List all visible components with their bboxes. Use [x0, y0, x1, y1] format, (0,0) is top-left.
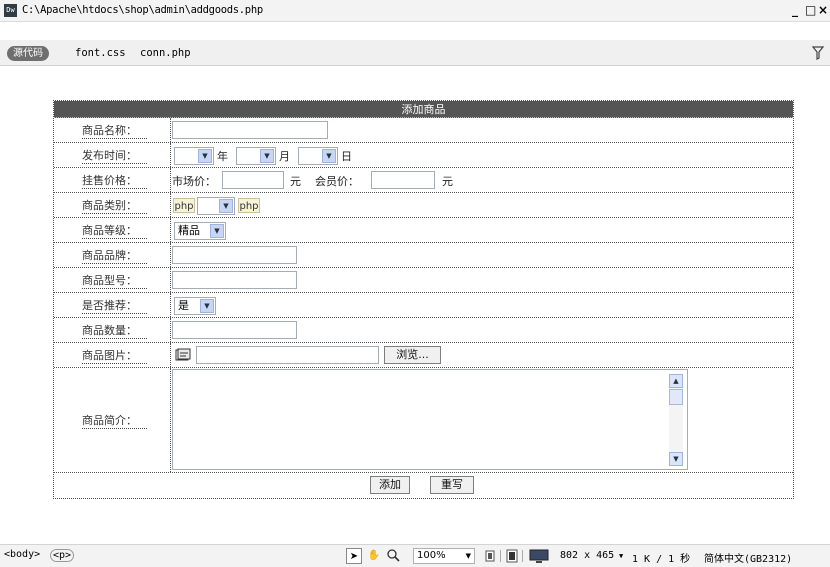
source-code-button[interactable]: 源代码 — [7, 46, 49, 61]
grade-select-value: 精品 — [178, 224, 200, 237]
window-size-icon[interactable] — [482, 548, 498, 564]
row-quantity: 商品数量： — [54, 318, 793, 343]
row-grade: 商品等级： 精品 ▼ — [54, 218, 793, 243]
scroll-up-icon[interactable]: ▲ — [669, 374, 683, 388]
price-label: 挂售价格： — [82, 172, 147, 189]
member-price-input[interactable] — [371, 171, 435, 189]
goods-name-input[interactable] — [172, 121, 328, 139]
publish-date-label: 发布时间： — [82, 147, 147, 164]
related-files-bar: 源代码 font.css conn.php — [0, 40, 830, 66]
market-price-unit: 元 — [290, 175, 301, 188]
browse-button[interactable]: 浏览... — [384, 346, 441, 364]
day-select[interactable]: ▼ — [298, 147, 338, 165]
monitor-icon[interactable] — [528, 548, 550, 564]
market-price-label: 市场价： — [172, 175, 216, 188]
add-goods-form: 添加商品 商品名称： 发布时间： ▼ 年 ▼ 月 ▼ 日 挂售价格： 市场价： … — [53, 100, 794, 499]
reset-button[interactable]: 重写 — [430, 476, 474, 494]
chevron-down-icon: ▼ — [260, 149, 274, 163]
model-input[interactable] — [172, 271, 297, 289]
year-unit: 年 — [217, 150, 228, 163]
intro-textarea[interactable]: ▲ ▼ — [172, 369, 688, 470]
intro-label: 商品简介： — [82, 412, 147, 429]
recommend-select[interactable]: 是 ▼ — [174, 297, 216, 315]
chevron-down-icon: ▼ — [198, 149, 212, 163]
tag-selector-body[interactable]: <body> — [4, 549, 40, 560]
form-title: 添加商品 — [54, 101, 793, 118]
brand-input[interactable] — [172, 246, 297, 264]
hand-tool-icon[interactable]: ✋ — [366, 548, 382, 564]
row-publish-date: 发布时间： ▼ 年 ▼ 月 ▼ 日 — [54, 143, 793, 168]
scroll-thumb[interactable] — [669, 389, 683, 405]
zoom-select[interactable]: 100% ▼ — [413, 548, 475, 564]
filter-icon[interactable] — [812, 46, 824, 60]
submit-button[interactable]: 添加 — [370, 476, 410, 494]
member-price-unit: 元 — [442, 175, 453, 188]
zoom-value: 100% — [417, 550, 446, 561]
php-code-icon: php — [173, 198, 195, 213]
related-file-conn-php[interactable]: conn.php — [140, 47, 191, 59]
chevron-down-icon: ▼ — [219, 199, 233, 213]
model-label: 商品型号： — [82, 272, 147, 289]
market-price-input[interactable] — [222, 171, 284, 189]
window-size-icon[interactable] — [504, 548, 520, 564]
close-button[interactable]: × — [818, 3, 828, 17]
row-category: 商品类别： php ▼ php — [54, 193, 793, 218]
row-model: 商品型号： — [54, 268, 793, 293]
row-intro: 商品简介： ▲ ▼ — [54, 368, 793, 473]
related-file-font-css[interactable]: font.css — [75, 47, 126, 59]
php-code-icon: php — [238, 198, 260, 213]
dreamweaver-app-icon: Dw — [4, 4, 17, 17]
scroll-down-icon[interactable]: ▼ — [669, 452, 683, 466]
row-price: 挂售价格： 市场价： 元 会员价： 元 — [54, 168, 793, 193]
quantity-input[interactable] — [172, 321, 297, 339]
grade-select[interactable]: 精品 ▼ — [174, 222, 226, 240]
image-file-path-input[interactable] — [196, 346, 379, 364]
window-title: C:\Apache\htdocs\shop\admin\addgoods.php — [22, 4, 263, 16]
grade-label: 商品等级： — [82, 222, 147, 239]
title-bar: Dw C:\Apache\htdocs\shop\admin\addgoods.… — [0, 0, 830, 22]
recommend-label: 是否推荐： — [82, 297, 147, 314]
chevron-down-icon: ▼ — [210, 224, 224, 238]
brand-label: 商品品牌： — [82, 247, 147, 264]
php-script-icon — [175, 348, 191, 361]
window-dimensions[interactable]: 802 x 465 — [560, 550, 614, 561]
maximize-button[interactable]: □ — [805, 3, 816, 17]
day-unit: 日 — [341, 150, 352, 163]
minimize-button[interactable]: _ — [792, 3, 798, 17]
row-recommend: 是否推荐： 是 ▼ — [54, 293, 793, 318]
recommend-select-value: 是 — [178, 299, 189, 312]
row-goods-name: 商品名称： — [54, 118, 793, 143]
download-size-time: 1 K / 1 秒 — [632, 554, 691, 565]
zoom-tool-icon[interactable] — [386, 548, 402, 564]
image-label: 商品图片： — [82, 347, 147, 364]
year-select[interactable]: ▼ — [174, 147, 214, 165]
chevron-down-icon: ▼ — [465, 552, 471, 560]
goods-name-label: 商品名称： — [82, 122, 147, 139]
row-brand: 商品品牌： — [54, 243, 793, 268]
month-select[interactable]: ▼ — [236, 147, 276, 165]
pointer-tool-icon[interactable]: ➤ — [346, 548, 362, 564]
quantity-label: 商品数量： — [82, 322, 147, 339]
encoding-label: 简体中文(GB2312) — [704, 554, 793, 565]
category-label: 商品类别： — [82, 197, 147, 214]
chevron-down-icon[interactable]: ▼ — [619, 552, 623, 560]
member-price-label: 会员价： — [315, 175, 359, 188]
status-bar: <body> <p> ➤ ✋ 100% ▼ 802 x 465 ▼ 1 K / 1… — [0, 544, 830, 567]
chevron-down-icon: ▼ — [322, 149, 336, 163]
row-actions: 添加 重写 — [54, 473, 793, 498]
textarea-scrollbar[interactable]: ▲ ▼ — [669, 374, 683, 466]
chevron-down-icon: ▼ — [200, 299, 214, 313]
month-unit: 月 — [279, 150, 290, 163]
category-select[interactable]: ▼ — [197, 197, 235, 215]
tag-selector-p[interactable]: <p> — [50, 549, 75, 562]
row-image: 商品图片： 浏览... — [54, 343, 793, 368]
